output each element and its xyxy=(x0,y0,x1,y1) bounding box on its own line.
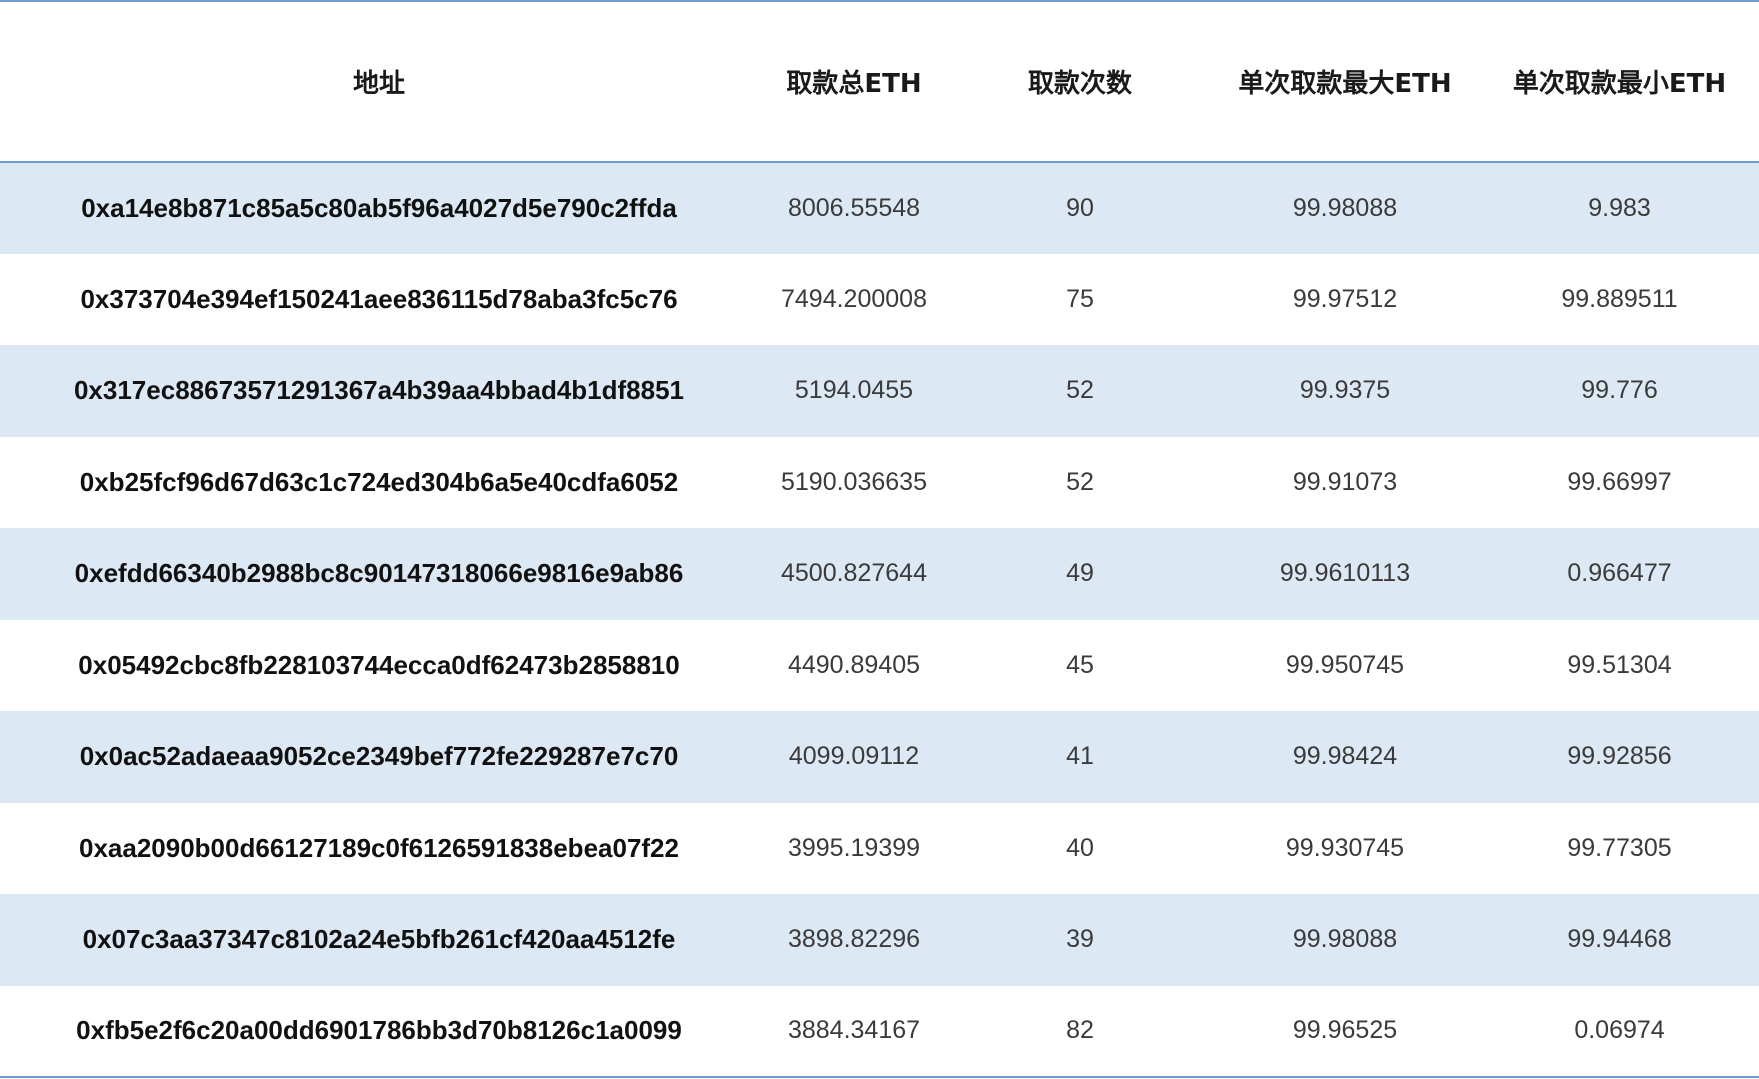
cell-total-eth: 7494.200008 xyxy=(781,284,927,313)
cell-address: 0x373704e394ef150241aee836115d78aba3fc5c… xyxy=(80,283,678,314)
header-total-eth: 取款总ETH xyxy=(758,2,950,163)
cell-max-eth: 99.930745 xyxy=(1285,833,1405,862)
table-row: 0x07c3aa37347c8102a24e5bfb261cf420aa4512… xyxy=(0,894,1759,986)
cell-count: 82 xyxy=(950,985,1210,1078)
cell-total-eth: 5194.0455 xyxy=(794,376,914,405)
cell-max-eth: 99.98088 xyxy=(1292,925,1398,954)
table-body: 0xa14e8b871c85a5c80ab5f96a4027d5e790c2ff… xyxy=(0,162,1759,1078)
cell-max-eth: 99.9610113 xyxy=(1279,559,1411,588)
cell-count: 75 xyxy=(1066,284,1094,313)
cell-address: 0xb25fcf96d67d63c1c724ed304b6a5e40cdfa60… xyxy=(79,466,679,497)
cell-min-eth: 0.966477 xyxy=(1567,559,1672,588)
cell-address: 0xaa2090b00d66127189c0f6126591838ebea07f… xyxy=(79,832,679,863)
cell-count: 90 xyxy=(1066,193,1094,222)
cell-address: 0xfb5e2f6c20a00dd6901786bb3d70b8126c1a00… xyxy=(0,985,758,1078)
cell-address: 0xa14e8b871c85a5c80ab5f96a4027d5e790c2ff… xyxy=(81,192,677,223)
table-row: 0xaa2090b00d66127189c0f6126591838ebea07f… xyxy=(0,803,1759,895)
cell-min-eth: 0.06974 xyxy=(1480,985,1759,1078)
table-row: 0xefdd66340b2988bc8c90147318066e9816e9ab… xyxy=(0,528,1759,620)
cell-total-eth: 3884.34167 xyxy=(758,985,950,1078)
table-row: 0x0ac52adaeaa9052ce2349bef772fe229287e7c… xyxy=(0,711,1759,803)
cell-count: 45 xyxy=(1066,650,1094,679)
cell-count: 41 xyxy=(1066,742,1094,771)
cell-address: 0xefdd66340b2988bc8c90147318066e9816e9ab… xyxy=(74,558,684,589)
cell-total-eth: 4500.827644 xyxy=(781,559,927,588)
cell-min-eth: 99.889511 xyxy=(1561,284,1678,313)
cell-max-eth: 99.950745 xyxy=(1285,650,1405,679)
cell-total-eth: 5190.036635 xyxy=(781,467,927,496)
cell-total-eth: 3995.19399 xyxy=(787,833,921,862)
header-row: 地址 取款总ETH 取款次数 单次取款最大ETH 单次取款最小ETH xyxy=(0,2,1759,163)
table-row: 0xa14e8b871c85a5c80ab5f96a4027d5e790c2ff… xyxy=(0,162,1759,254)
table-row: 0xb25fcf96d67d63c1c724ed304b6a5e40cdfa60… xyxy=(0,437,1759,529)
cell-min-eth: 99.66997 xyxy=(1567,467,1672,496)
cell-address: 0x0ac52adaeaa9052ce2349bef772fe229287e7c… xyxy=(79,741,679,772)
header-address: 地址 xyxy=(0,2,758,163)
cell-address: 0x317ec88673571291367a4b39aa4bbad4b1df88… xyxy=(73,375,685,406)
cell-min-eth: 9.983 xyxy=(1588,193,1651,222)
cell-max-eth: 99.91073 xyxy=(1292,467,1398,496)
table-header: 地址 取款总ETH 取款次数 单次取款最大ETH 单次取款最小ETH xyxy=(0,2,1759,163)
cell-address: 0x05492cbc8fb228103744ecca0df62473b28588… xyxy=(78,649,680,680)
cell-total-eth: 8006.55548 xyxy=(787,193,921,222)
cell-min-eth: 99.77305 xyxy=(1567,833,1672,862)
cell-min-eth: 99.92856 xyxy=(1567,742,1672,771)
table-row: 0x373704e394ef150241aee836115d78aba3fc5c… xyxy=(0,254,1759,346)
cell-min-eth: 99.776 xyxy=(1581,376,1658,405)
cell-count: 40 xyxy=(1066,833,1094,862)
cell-max-eth: 99.98424 xyxy=(1292,742,1398,771)
cell-total-eth: 3898.82296 xyxy=(787,925,921,954)
header-min-eth: 单次取款最小ETH xyxy=(1480,2,1759,163)
cell-min-eth: 99.94468 xyxy=(1567,925,1672,954)
table-row: 0xfb5e2f6c20a00dd6901786bb3d70b8126c1a00… xyxy=(0,985,1759,1078)
cell-total-eth: 4099.09112 xyxy=(788,742,920,771)
cell-count: 52 xyxy=(1066,467,1094,496)
table-row: 0x05492cbc8fb228103744ecca0df62473b28588… xyxy=(0,620,1759,712)
cell-max-eth: 99.96525 xyxy=(1210,985,1480,1078)
cell-max-eth: 99.97512 xyxy=(1292,284,1398,313)
cell-address: 0x07c3aa37347c8102a24e5bfb261cf420aa4512… xyxy=(82,924,676,955)
cell-max-eth: 99.98088 xyxy=(1292,193,1398,222)
cell-count: 39 xyxy=(1066,925,1094,954)
header-max-eth: 单次取款最大ETH xyxy=(1210,2,1480,163)
withdrawal-table: 地址 取款总ETH 取款次数 单次取款最大ETH 单次取款最小ETH 0xa14… xyxy=(0,2,1759,1078)
table-row: 0x317ec88673571291367a4b39aa4bbad4b1df88… xyxy=(0,345,1759,437)
withdrawal-table-container: 地址 取款总ETH 取款次数 单次取款最大ETH 单次取款最小ETH 0xa14… xyxy=(0,0,1759,1079)
cell-count: 49 xyxy=(1066,559,1094,588)
cell-min-eth: 99.51304 xyxy=(1567,650,1672,679)
header-count: 取款次数 xyxy=(950,2,1210,163)
cell-count: 52 xyxy=(1066,376,1094,405)
cell-max-eth: 99.9375 xyxy=(1299,376,1391,405)
cell-total-eth: 4490.89405 xyxy=(787,650,921,679)
